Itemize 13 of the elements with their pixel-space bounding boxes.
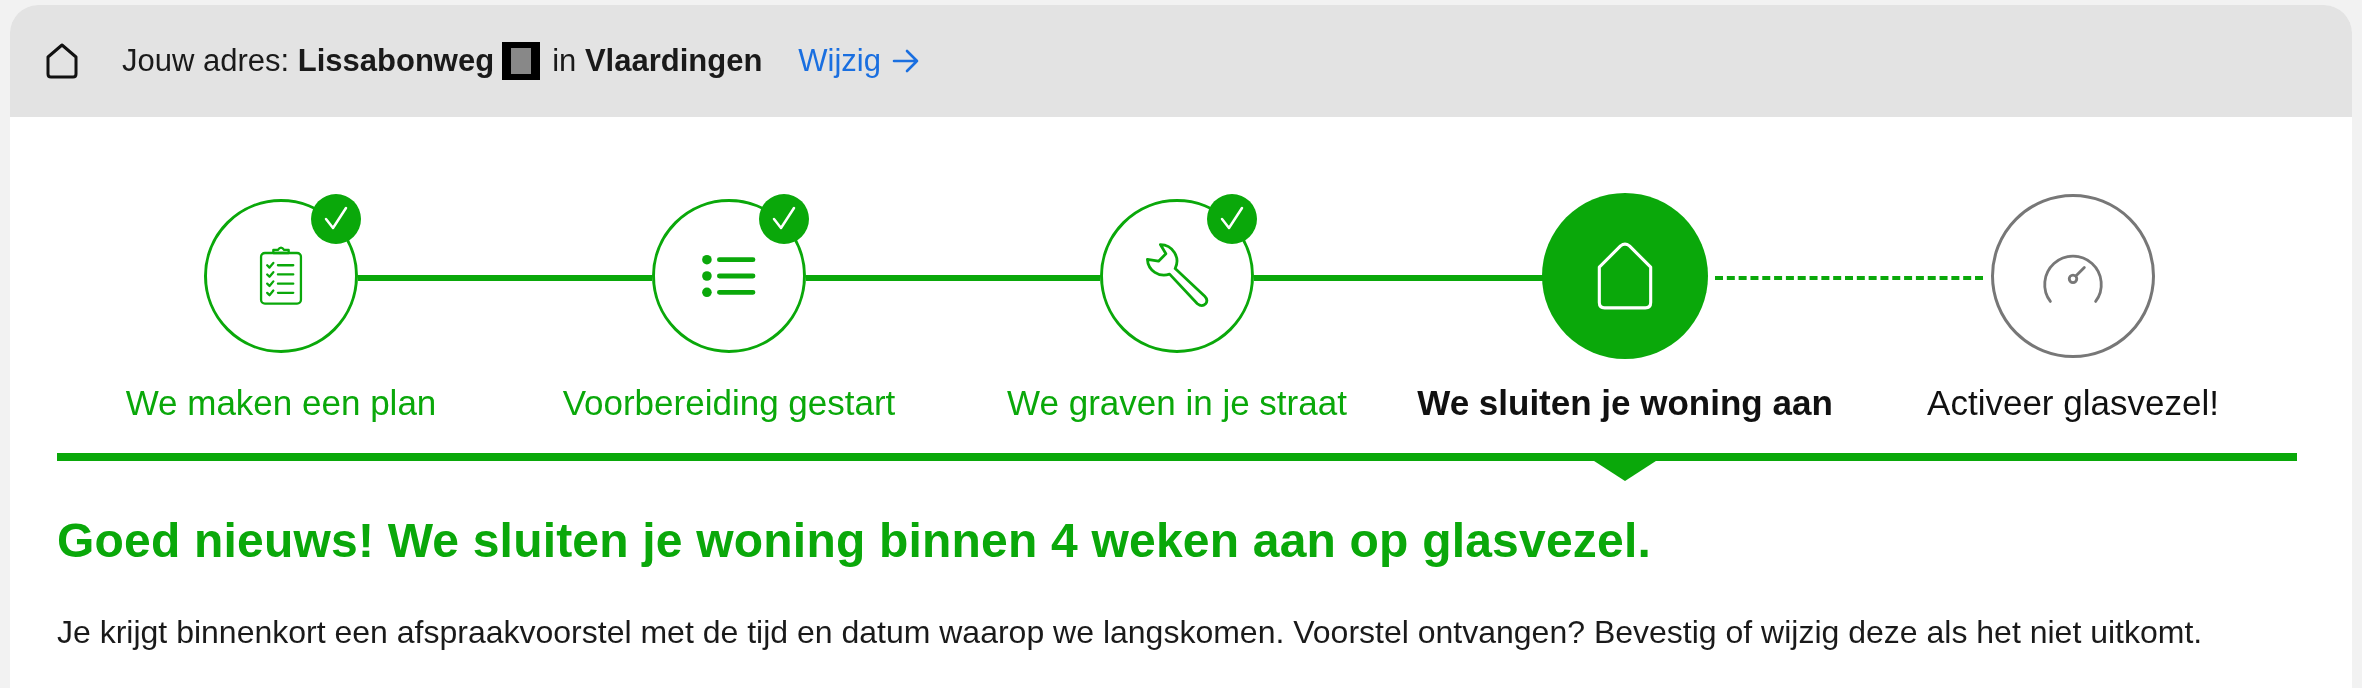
body-text: Je krijgt binnenkort een afspraakvoorstel met de tijd en datum waarop we langskomen. Voorstel ontvangen? Bevestig of wijzig deze als het niet uitkomt.	[57, 614, 2204, 651]
step-label: Activeer glasvezel!	[1927, 383, 2219, 423]
step-label: We graven in je straat	[1007, 383, 1347, 423]
pointer-icon	[1591, 459, 1659, 481]
list-icon	[700, 252, 758, 300]
step-label: We maken een plan	[125, 383, 437, 423]
step-label: Voorbereiding gestart	[562, 383, 896, 423]
city-text: in Vlaardingen	[552, 43, 763, 79]
change-link[interactable]: Wijzig	[798, 43, 921, 79]
step-label: We sluiten je woning aan	[1417, 383, 1833, 423]
heading: Goed nieuws! We sluiten je woning binnen 4 weken aan op glasvezel.	[57, 513, 1652, 568]
address-text: Jouw adres: Lissabonweg	[122, 43, 495, 79]
clipboard-icon	[258, 245, 304, 307]
